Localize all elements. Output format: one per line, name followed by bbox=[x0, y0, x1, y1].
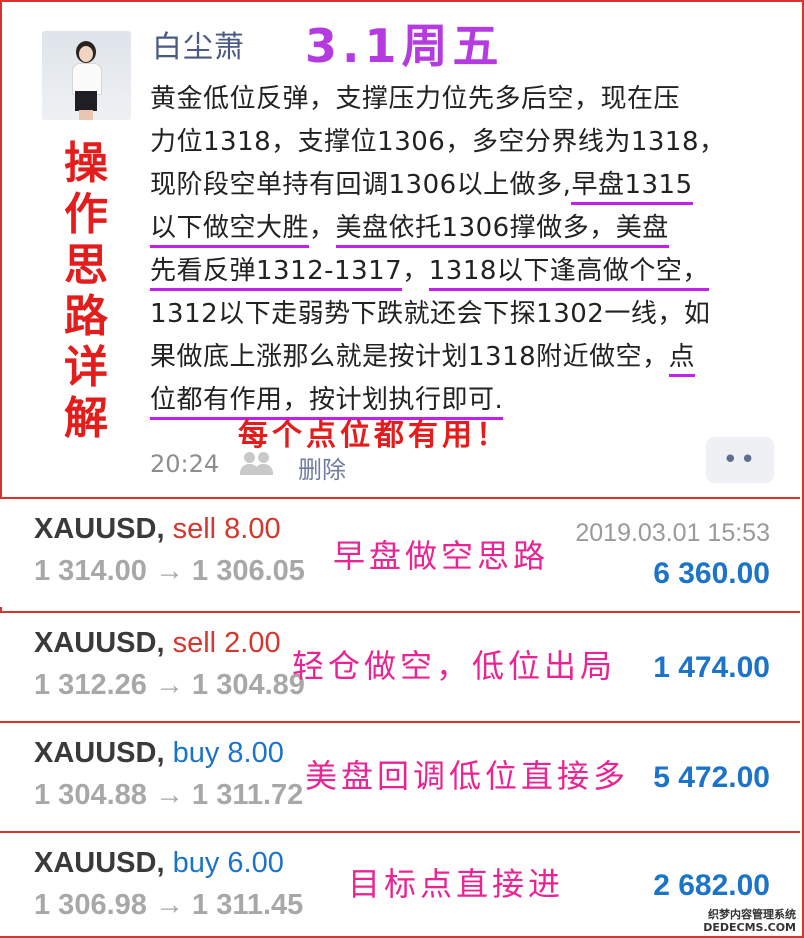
username[interactable]: 白尘萧 bbox=[152, 22, 245, 66]
trade-prices: 1 314.00 → 1 306.05 bbox=[34, 555, 305, 588]
trade-annotation: 轻仓做空，低位出局 bbox=[292, 647, 617, 685]
body-text: 果做底上涨那么就是按计划1318附近做空， bbox=[150, 342, 669, 372]
arrow-icon: → bbox=[154, 555, 184, 587]
trade-volume: 2.00 bbox=[224, 627, 281, 659]
trade-open-price: 1 312.26 bbox=[34, 669, 147, 701]
watermark-line: 织梦内容管理系统 bbox=[708, 908, 796, 921]
post-time: 20:24 bbox=[150, 450, 220, 478]
arrow-icon: → bbox=[154, 889, 184, 921]
body-text: 力位1318，支撑位1306，多空分界线为1318， bbox=[150, 127, 726, 157]
post-body-line: 力位1318，支撑位1306，多空分界线为1318， bbox=[150, 121, 780, 164]
trade-close-price: 1 311.72 bbox=[192, 779, 304, 811]
post-card: 白尘萧 3.1周五 操 作 思 路 详 解 黄金低位反弹，支撑压力位先多后空，现… bbox=[0, 0, 800, 495]
trade-symbol: XAUUSD, bbox=[34, 627, 165, 659]
trade-volume: 8.00 bbox=[227, 737, 284, 769]
trade-open-price: 1 304.88 bbox=[34, 779, 147, 811]
trade-symbol-line: XAUUSD, sell 2.00 bbox=[34, 627, 281, 660]
trade-symbol: XAUUSD, bbox=[34, 737, 165, 769]
side-label-char: 解 bbox=[64, 393, 108, 444]
side-label-char: 作 bbox=[64, 189, 108, 240]
trade-symbol: XAUUSD, bbox=[34, 513, 165, 545]
trade-profit: 5 472.00 bbox=[653, 761, 770, 794]
more-options-button[interactable]: •• bbox=[706, 437, 774, 483]
trade-prices: 1 304.88 → 1 311.72 bbox=[34, 779, 303, 812]
trade-prices: 1 312.26 → 1 304.89 bbox=[34, 669, 305, 702]
underlined-text: 先看反弹1312-1317 bbox=[150, 256, 403, 291]
trade-side: sell bbox=[172, 513, 217, 545]
trade-row[interactable]: XAUUSD, buy 8.00 1 304.88 → 1 311.72 美盘回… bbox=[0, 721, 800, 831]
trade-volume: 6.00 bbox=[227, 847, 284, 879]
trade-side: buy bbox=[172, 847, 220, 879]
trade-volume: 8.00 bbox=[224, 513, 281, 545]
trade-side: sell bbox=[172, 627, 217, 659]
post-body-line: 1312以下走弱势下跌就还会下探1302一线，如 bbox=[150, 293, 780, 336]
body-text: 现阶段空单持有回调1306以上做多, bbox=[150, 170, 572, 200]
underlined-text: 美盘依托1306撑做多，美盘 bbox=[335, 213, 669, 248]
watermark: 织梦内容管理系统 DEDECMS.COM bbox=[703, 908, 796, 934]
side-label: 操 作 思 路 详 解 bbox=[58, 138, 114, 444]
date-title: 3.1周五 bbox=[305, 19, 504, 73]
watermark-line: DEDECMS.COM bbox=[703, 921, 796, 934]
post-body-line: 果做底上涨那么就是按计划1318附近做空，点 bbox=[150, 336, 780, 379]
trade-timestamp: 2019.03.01 15:53 bbox=[575, 519, 770, 547]
trade-row[interactable]: XAUUSD, buy 6.00 1 306.98 → 1 311.45 目标点… bbox=[0, 831, 800, 936]
trade-profit: 2 682.00 bbox=[653, 869, 770, 902]
underlined-text: 早盘1315 bbox=[571, 170, 693, 205]
trade-close-price: 1 306.05 bbox=[192, 555, 305, 587]
trade-profit: 6 360.00 bbox=[653, 557, 770, 590]
post-body-line: 现阶段空单持有回调1306以上做多,早盘1315 bbox=[150, 164, 780, 207]
trade-symbol-line: XAUUSD, buy 8.00 bbox=[34, 737, 284, 770]
trade-close-price: 1 311.45 bbox=[192, 889, 304, 921]
side-label-char: 路 bbox=[64, 291, 108, 342]
trade-profit: 1 474.00 bbox=[653, 651, 770, 684]
trade-symbol-line: XAUUSD, sell 8.00 bbox=[34, 513, 281, 546]
trade-prices: 1 306.98 → 1 311.45 bbox=[34, 889, 303, 922]
trade-annotation: 目标点直接进 bbox=[348, 865, 565, 903]
post-body-line: 以下做空大胜，美盘依托1306撑做多，美盘 bbox=[150, 207, 780, 250]
trade-row[interactable]: XAUUSD, sell 2.00 1 312.26 → 1 304.89 轻仓… bbox=[0, 611, 800, 721]
body-text: ， bbox=[402, 256, 429, 286]
trade-annotation: 美盘回调低位直接多 bbox=[305, 757, 630, 795]
trade-annotation: 早盘做空思路 bbox=[333, 537, 550, 575]
trade-symbol: XAUUSD, bbox=[34, 847, 165, 879]
side-label-char: 思 bbox=[64, 240, 108, 291]
underlined-text: 以下做空大胜 bbox=[150, 213, 310, 248]
arrow-icon: → bbox=[154, 779, 184, 811]
body-text: 黄金低位反弹，支撑压力位先多后空，现在压 bbox=[150, 84, 681, 114]
post-body: 黄金低位反弹，支撑压力位先多后空，现在压力位1318，支撑位1306，多空分界线… bbox=[150, 78, 780, 422]
side-label-char: 操 bbox=[64, 138, 108, 189]
side-label-char: 详 bbox=[64, 342, 108, 393]
post-body-line: 黄金低位反弹，支撑压力位先多后空，现在压 bbox=[150, 78, 780, 121]
underlined-text: 点 bbox=[668, 342, 696, 377]
trade-row[interactable]: XAUUSD, sell 8.00 1 314.00 → 1 306.05 早盘… bbox=[0, 497, 800, 607]
body-text: 1312以下走弱势下跌就还会下探1302一线，如 bbox=[150, 299, 711, 329]
trade-side: buy bbox=[172, 737, 220, 769]
trade-open-price: 1 314.00 bbox=[34, 555, 147, 587]
trade-close-price: 1 304.89 bbox=[192, 669, 305, 701]
underlined-text: 1318以下逢高做个空， bbox=[428, 256, 709, 291]
avatar-woman-icon[interactable] bbox=[42, 31, 131, 120]
trade-open-price: 1 306.98 bbox=[34, 889, 147, 921]
people-icon[interactable] bbox=[240, 452, 276, 476]
body-text: ， bbox=[309, 213, 336, 243]
arrow-icon: → bbox=[154, 669, 184, 701]
annotation-note: 每个点位都有用！ bbox=[238, 418, 510, 453]
trade-symbol-line: XAUUSD, buy 6.00 bbox=[34, 847, 284, 880]
post-body-line: 先看反弹1312-1317，1318以下逢高做个空， bbox=[150, 250, 780, 293]
delete-link[interactable]: 删除 bbox=[298, 450, 346, 485]
